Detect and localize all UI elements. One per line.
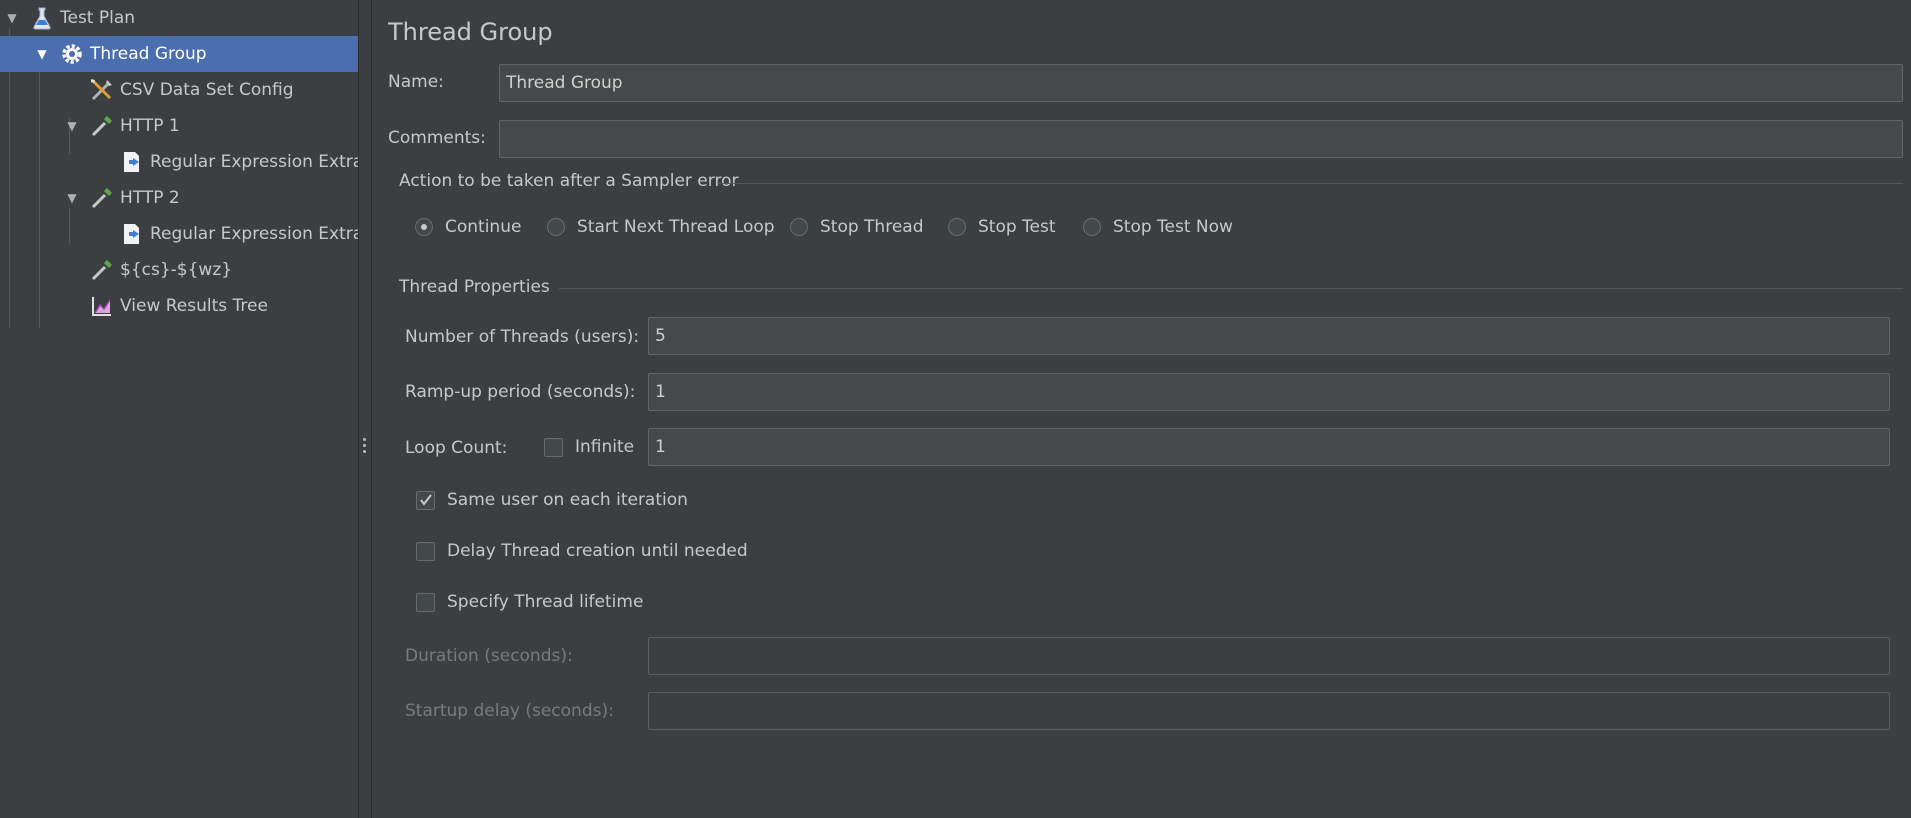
- loop-count-label: Loop Count:: [405, 438, 508, 458]
- tree-item-regex-extractor-2[interactable]: Regular Expression Extra: [0, 216, 358, 252]
- radio-icon[interactable]: [948, 218, 966, 236]
- radio-label: Stop Test: [978, 217, 1056, 237]
- startup-delay-label: Startup delay (seconds):: [405, 701, 614, 721]
- tree-item-label: Test Plan: [60, 8, 136, 28]
- radio-selected-icon[interactable]: [415, 218, 433, 236]
- gear-icon: [58, 40, 86, 68]
- checkbox-icon[interactable]: [544, 437, 563, 457]
- checkbox-icon[interactable]: [416, 541, 435, 561]
- expand-arrow-icon[interactable]: ▼: [36, 47, 48, 61]
- radio-label: Stop Thread: [820, 217, 924, 237]
- radio-label: Start Next Thread Loop: [577, 217, 775, 237]
- radio-stop-thread[interactable]: Stop Thread: [790, 217, 924, 237]
- checkbox-label: Same user on each iteration: [447, 490, 688, 510]
- rampup-period-input[interactable]: [648, 373, 1890, 411]
- pipette-icon: [88, 184, 116, 212]
- pipette-icon: [88, 112, 116, 140]
- tree-item-regex-extractor-1[interactable]: Regular Expression Extra: [0, 144, 358, 180]
- radio-label: Continue: [445, 217, 522, 237]
- radio-icon[interactable]: [1083, 218, 1101, 236]
- section-divider: [718, 183, 1903, 184]
- splitter-grip-icon[interactable]: [363, 438, 367, 456]
- tree-item-label: Thread Group: [90, 44, 207, 64]
- thread-group-panel: Thread Group Name: Comments: Action to b…: [373, 0, 1911, 818]
- page-title: Thread Group: [388, 18, 553, 46]
- name-label: Name:: [388, 72, 444, 92]
- radio-icon[interactable]: [547, 218, 565, 236]
- radio-icon[interactable]: [790, 218, 808, 236]
- tree-item-label: HTTP 1: [120, 116, 180, 136]
- pipette-icon: [88, 256, 116, 284]
- expand-arrow-icon[interactable]: ▼: [66, 191, 78, 205]
- section-divider: [559, 288, 1903, 289]
- radio-stop-test-now[interactable]: Stop Test Now: [1083, 217, 1233, 237]
- radio-start-next-thread-loop[interactable]: Start Next Thread Loop: [547, 217, 775, 237]
- panel-splitter[interactable]: [358, 0, 372, 818]
- infinite-checkbox[interactable]: Infinite: [544, 437, 634, 457]
- name-input[interactable]: [499, 64, 1903, 102]
- tree-item-label: ${cs}-${wz}: [120, 260, 233, 280]
- checkbox-label: Infinite: [575, 437, 635, 457]
- radio-label: Stop Test Now: [1113, 217, 1233, 237]
- duration-input[interactable]: [648, 637, 1890, 675]
- startup-delay-input[interactable]: [648, 692, 1890, 730]
- tree-item-label: Regular Expression Extra: [150, 152, 358, 172]
- comments-input[interactable]: [499, 120, 1903, 158]
- tree-item-http-1[interactable]: ▼ HTTP 1: [0, 108, 358, 144]
- tree-item-label: CSV Data Set Config: [120, 80, 294, 100]
- tree-item-http-variable[interactable]: ${cs}-${wz}: [0, 252, 358, 288]
- tree-item-test-plan[interactable]: ▼ Test Plan: [0, 0, 358, 36]
- test-plan-tree[interactable]: ▼ Test Plan ▼ Thread Group CSV Data Set …: [0, 0, 358, 818]
- tree-item-label: Regular Expression Extra: [150, 224, 358, 244]
- tools-icon: [88, 76, 116, 104]
- checkbox-label: Specify Thread lifetime: [447, 592, 644, 612]
- comments-label: Comments:: [388, 128, 486, 148]
- tree-item-csv-data-set-config[interactable]: CSV Data Set Config: [0, 72, 358, 108]
- checkmark-icon[interactable]: [416, 490, 435, 510]
- chart-icon: [88, 292, 116, 320]
- checkbox-label: Delay Thread creation until needed: [447, 541, 748, 561]
- sampler-error-legend: Action to be taken after a Sampler error: [399, 171, 739, 191]
- loop-count-input[interactable]: [648, 428, 1890, 466]
- thread-properties-legend: Thread Properties: [399, 277, 550, 297]
- extractor-icon: [118, 220, 146, 248]
- delay-thread-creation-checkbox[interactable]: Delay Thread creation until needed: [416, 541, 748, 561]
- tree-item-label: View Results Tree: [120, 296, 268, 316]
- threads-label: Number of Threads (users):: [405, 327, 640, 347]
- radio-continue[interactable]: Continue: [415, 217, 521, 237]
- same-user-checkbox[interactable]: Same user on each iteration: [416, 490, 688, 510]
- tree-item-label: HTTP 2: [120, 188, 180, 208]
- tree-item-http-2[interactable]: ▼ HTTP 2: [0, 180, 358, 216]
- radio-stop-test[interactable]: Stop Test: [948, 217, 1056, 237]
- rampup-label: Ramp-up period (seconds):: [405, 382, 636, 402]
- duration-label: Duration (seconds):: [405, 646, 573, 666]
- expand-arrow-icon[interactable]: ▼: [6, 11, 18, 25]
- tree-item-view-results-tree[interactable]: View Results Tree: [0, 288, 358, 324]
- tree-item-thread-group[interactable]: ▼ Thread Group: [0, 36, 358, 72]
- extractor-icon: [118, 148, 146, 176]
- specify-thread-lifetime-checkbox[interactable]: Specify Thread lifetime: [416, 592, 643, 612]
- flask-icon: [28, 4, 56, 32]
- expand-arrow-icon[interactable]: ▼: [66, 119, 78, 133]
- checkbox-icon[interactable]: [416, 592, 435, 612]
- number-of-threads-input[interactable]: [648, 317, 1890, 355]
